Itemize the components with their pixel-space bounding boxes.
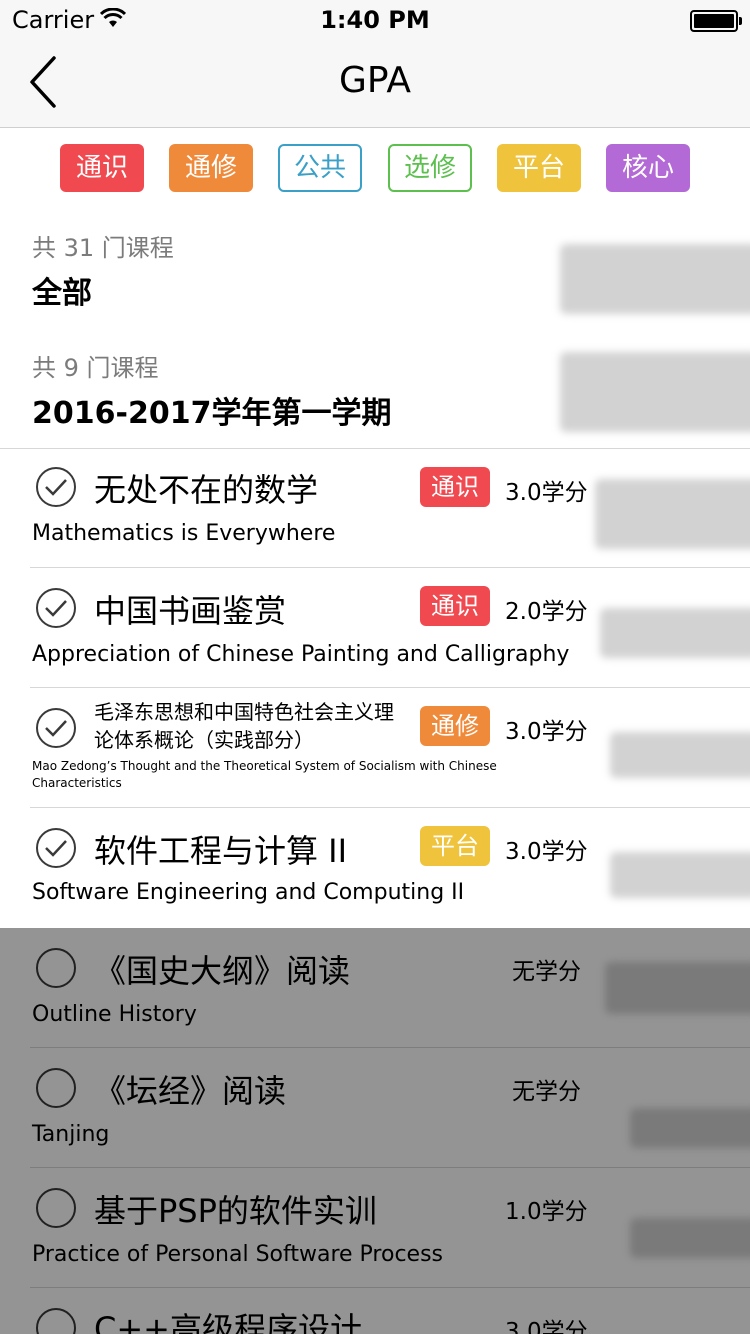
checkmark-circle-icon[interactable] xyxy=(36,708,76,748)
course-row[interactable]: 无处不在的数学 通识 3.0学分 Mathematics is Everywhe… xyxy=(0,449,750,569)
course-category-badge: 通修 xyxy=(420,706,490,746)
course-category-badge: 平台 xyxy=(420,826,490,866)
course-english-name: Mao Zedong’s Thought and the Theoretical… xyxy=(32,759,497,790)
course-credit: 3.0学分 xyxy=(505,839,588,865)
course-name: 毛泽东思想和中国特色社会主义理论体系概论（实践部分） xyxy=(94,700,394,752)
summary-all-count: 共 31 门课程 xyxy=(32,234,174,262)
nav-bar: GPA xyxy=(0,40,750,128)
clock: 1:40 PM xyxy=(320,6,430,34)
course-category-badge: 通识 xyxy=(420,586,490,626)
tag-hexin[interactable]: 核心 xyxy=(606,144,690,192)
checkmark-circle-icon[interactable] xyxy=(36,828,76,868)
course-name: 软件工程与计算 II xyxy=(94,832,348,870)
tag-xuanxiu[interactable]: 选修 xyxy=(388,144,472,192)
redacted-grade xyxy=(610,852,750,898)
course-row[interactable]: 中国书画鉴赏 通识 2.0学分 Appreciation of Chinese … xyxy=(0,568,750,688)
course-credit: 3.0学分 xyxy=(505,719,588,745)
redacted-term-gpa xyxy=(560,352,750,432)
summary-term-count: 共 9 门课程 xyxy=(32,354,159,382)
tag-filter-bar: 通识 通修 公共 选修 平台 核心 xyxy=(0,144,750,192)
course-credit: 2.0学分 xyxy=(505,599,588,625)
tag-tongxiu[interactable]: 通修 xyxy=(169,144,253,192)
course-credit: 3.0学分 xyxy=(505,480,588,506)
status-bar: Carrier 1:40 PM xyxy=(0,0,750,40)
redacted-grade xyxy=(595,479,750,549)
course-english-name: Mathematics is Everywhere xyxy=(32,521,336,546)
tag-pingtai[interactable]: 平台 xyxy=(497,144,581,192)
redacted-gpa xyxy=(560,244,750,314)
course-english-name: Software Engineering and Computing II xyxy=(32,880,465,905)
redacted-grade xyxy=(600,608,750,658)
tag-tongshi[interactable]: 通识 xyxy=(60,144,144,192)
dim-overlay xyxy=(0,928,750,1334)
battery-icon xyxy=(690,10,742,32)
summary-all-title: 全部 xyxy=(32,276,92,311)
course-name: 中国书画鉴赏 xyxy=(94,592,287,630)
redacted-grade xyxy=(610,732,750,778)
course-english-name: Appreciation of Chinese Painting and Cal… xyxy=(32,642,570,667)
tag-gonggong[interactable]: 公共 xyxy=(278,144,362,192)
course-row[interactable]: 软件工程与计算 II 平台 3.0学分 Software Engineering… xyxy=(0,808,750,928)
summary-term-title: 2016-2017学年第一学期 xyxy=(32,396,392,431)
course-row[interactable]: 毛泽东思想和中国特色社会主义理论体系概论（实践部分） 通修 3.0学分 Mao … xyxy=(0,688,750,808)
course-name: 无处不在的数学 xyxy=(94,471,319,509)
page-title: GPA xyxy=(339,60,411,101)
checkmark-circle-icon[interactable] xyxy=(36,588,76,628)
course-category-badge: 通识 xyxy=(420,467,490,507)
checkmark-circle-icon[interactable] xyxy=(36,467,76,507)
